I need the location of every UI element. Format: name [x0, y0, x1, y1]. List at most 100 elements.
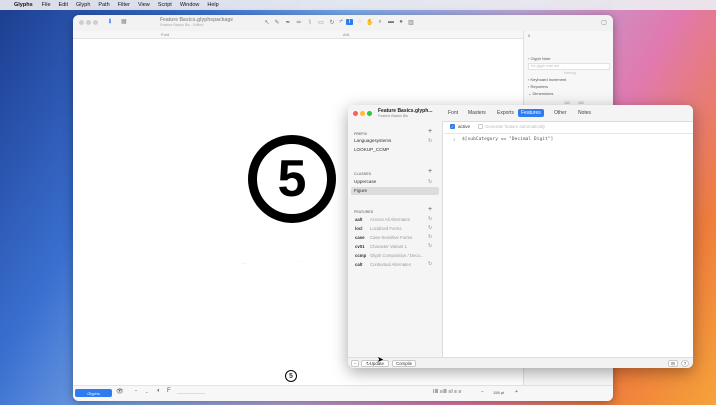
tab-font-info[interactable]: Font [445, 109, 461, 117]
sidebar-value: 0 [528, 33, 531, 38]
bottom-divider [177, 393, 205, 394]
remove-button[interactable]: − [351, 360, 359, 367]
menu-script[interactable]: Script [158, 2, 172, 8]
menu-filter[interactable]: Filter [118, 2, 130, 8]
menu-path[interactable]: Path [98, 2, 109, 8]
zoom-minus-icon[interactable]: − [481, 389, 484, 395]
text-direction-icon[interactable]: I≣ ≡≣ ≡I ≡ ≡ [433, 389, 461, 395]
menu-window[interactable]: Window [180, 2, 200, 8]
feature-name[interactable]: Glyph Composition / Deco... [370, 253, 424, 258]
generate-checkbox[interactable] [478, 124, 483, 129]
classes-header: CLASSES [354, 172, 371, 176]
minimize-button[interactable] [86, 20, 91, 25]
help-button[interactable]: ? [681, 360, 689, 367]
feature-name[interactable]: Access All Alternates [370, 217, 410, 222]
feature-name[interactable]: Case-Sensitive Forms [370, 235, 412, 240]
active-checkbox[interactable]: ✓ [450, 124, 455, 129]
preview-tool-icon[interactable]: ● [397, 19, 405, 25]
compile-button[interactable]: Compile [392, 360, 416, 367]
menu-help[interactable]: Help [207, 2, 218, 8]
tab-font[interactable]: Font [161, 32, 169, 37]
class-item-uppercase[interactable]: Uppercase [354, 179, 376, 184]
comment-icon[interactable]: ⊟ [668, 360, 678, 367]
tab-notes[interactable]: Notes [575, 109, 594, 117]
code-editor[interactable] [444, 135, 693, 355]
refresh-icon[interactable]: ↻ [428, 179, 432, 185]
add-prefix-icon[interactable]: + [428, 128, 432, 135]
glyph-mode-button[interactable]: Glyphs [75, 389, 112, 397]
refresh-icon[interactable]: ↻ [428, 216, 432, 222]
menu-file[interactable]: File [42, 2, 51, 8]
features-sidebar: PREFIX + Languagesystems ↻ LOOKUP_CCMP C… [348, 121, 443, 357]
select-tool-icon[interactable]: ↖ [263, 19, 271, 26]
pencil-tool-icon[interactable]: ✏ [295, 19, 303, 26]
glyph-note-header[interactable]: › Glyph Note [528, 56, 550, 61]
menu-view[interactable]: View [138, 2, 150, 8]
feature-tag[interactable]: case [355, 235, 365, 240]
reporters-header[interactable]: › Reporters [528, 84, 548, 89]
panel-close-button[interactable] [353, 111, 358, 116]
font-icon[interactable]: F [167, 388, 171, 394]
menu-glyph[interactable]: Glyph [76, 2, 90, 8]
refresh-icon[interactable]: ↻ [428, 243, 432, 249]
brush-tool-icon[interactable]: ⌇ [306, 19, 314, 26]
add-class-icon[interactable]: + [428, 168, 432, 175]
inspector-toggle-icon[interactable]: ▢ [600, 19, 608, 26]
feature-tag[interactable]: locl [355, 226, 362, 231]
panel-zoom-button[interactable] [367, 111, 372, 116]
tab-masters[interactable]: Masters [465, 109, 489, 117]
chevron-down-icon[interactable]: ⌄ [145, 389, 148, 394]
feature-tag[interactable]: cv01 [355, 244, 365, 249]
prefix-item-lookup-ccmp[interactable]: LOOKUP_CCMP [354, 147, 389, 152]
zoom-tool-icon[interactable]: ⌕ [376, 19, 384, 26]
main-bottom-bar: Glyphs 👁 - ⌄ ◐ F I≣ ≡≣ ≡I ≡ ≡ − 158 pt + [73, 385, 613, 401]
feature-name[interactable]: Character Variant 1 [370, 244, 407, 249]
minus-icon[interactable]: - [135, 388, 137, 394]
keyboard-increment-header[interactable]: › Keyboard increment [528, 77, 566, 82]
hand-tool-icon[interactable]: ✋ [366, 19, 374, 26]
refresh-icon[interactable]: ↻ [428, 261, 432, 267]
zoom-plus-icon[interactable]: + [515, 389, 518, 395]
color-wheel-icon[interactable]: ◐ [157, 388, 161, 394]
features-header: FEATURES [354, 210, 374, 214]
dimensions-header[interactable]: ⌄ Dimensions [528, 91, 553, 96]
refresh-icon[interactable]: ↻ [428, 225, 432, 231]
feature-name[interactable]: Contextual Alternates [370, 262, 411, 267]
refresh-icon[interactable]: ↻ [428, 138, 432, 144]
info-icon[interactable]: ℹ [105, 18, 115, 27]
zoom-level[interactable]: 158 pt [493, 390, 504, 395]
prefix-item-languagesystems[interactable]: Languagesystems [354, 138, 391, 143]
grid-tool-icon[interactable]: ▥ [407, 19, 415, 26]
sidebar-toggle-icon[interactable]: ▦ [121, 18, 127, 25]
menu-app-name[interactable]: Glyphs [14, 2, 33, 8]
pen-tool-icon[interactable]: ✒ [284, 19, 292, 26]
text-tool-icon[interactable]: T [346, 19, 353, 25]
refresh-icon[interactable]: ↻ [428, 234, 432, 240]
feature-tag[interactable]: ccmp [355, 253, 366, 258]
class-item-figure[interactable]: Figure [354, 188, 367, 193]
tab-aa[interactable]: A/A [343, 32, 349, 37]
close-button[interactable] [79, 20, 84, 25]
rect-tool-icon[interactable]: ▭ [317, 19, 325, 26]
draw-tool-icon[interactable]: ✎ [273, 19, 281, 26]
tab-exports[interactable]: Exports [494, 109, 517, 117]
zoom-button[interactable] [93, 20, 98, 25]
menu-edit[interactable]: Edit [59, 2, 68, 8]
eye-icon[interactable]: 👁 [116, 388, 124, 395]
tab-other[interactable]: Other [551, 109, 570, 117]
measure-tool-icon[interactable]: ▬ [387, 19, 395, 25]
glyph-preview-large[interactable]: 5 [248, 135, 336, 223]
rotate-tool-icon[interactable]: ↻ [328, 19, 336, 26]
panel-minimize-button[interactable] [360, 111, 365, 116]
glyph-note-field[interactable]: No glyph note set [528, 63, 610, 70]
add-feature-icon[interactable]: + [428, 206, 432, 213]
feature-tag[interactable]: aalt [355, 217, 362, 222]
menu-bar: Glyphs File Edit Glyph Path Filter View … [0, 0, 716, 10]
annotation-tool-icon[interactable]: ◌ [356, 19, 364, 25]
feature-name[interactable]: Localized Forms [370, 226, 402, 231]
knife-tool-icon[interactable]: ⌿ [337, 19, 345, 26]
update-button[interactable]: ↻ Update [361, 360, 389, 367]
tab-features[interactable]: Features [518, 109, 544, 117]
feature-tag[interactable]: calt [355, 262, 362, 267]
glyph-preview-small[interactable]: 5 [285, 370, 297, 382]
